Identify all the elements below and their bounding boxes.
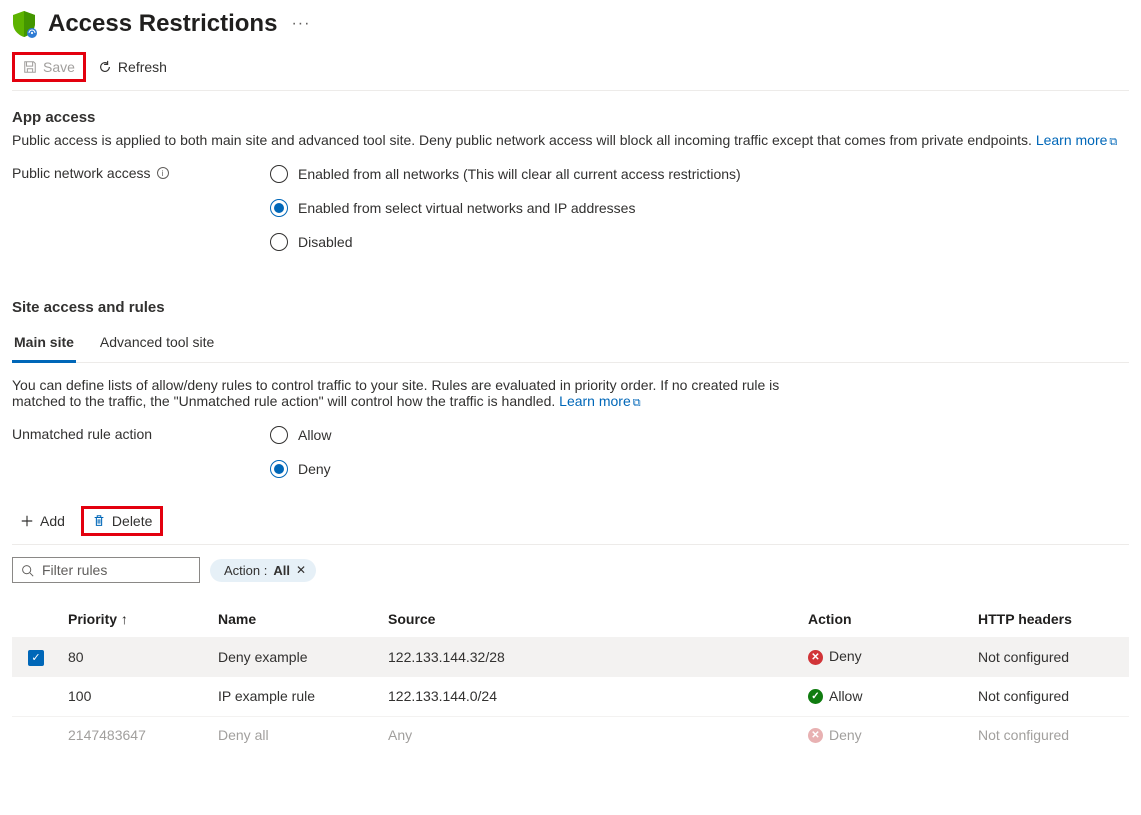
page-header: Access Restrictions ···: [12, 0, 1129, 44]
row-checkbox[interactable]: ✓: [28, 650, 44, 666]
col-action[interactable]: Action: [800, 601, 970, 638]
cell-http: Not configured: [970, 676, 1129, 716]
public-network-access-label: Public network access i: [12, 165, 270, 181]
external-link-icon: ⧉: [633, 397, 641, 409]
table-row[interactable]: 2147483647Deny allAny✕DenyNot configured: [12, 716, 1129, 753]
info-icon[interactable]: i: [157, 167, 169, 179]
radio-icon: [270, 426, 288, 444]
cell-action: ✕Deny: [800, 716, 970, 753]
command-bar: Save Refresh: [12, 44, 1129, 91]
cell-action: ✓Allow: [800, 676, 970, 716]
cell-source: 122.133.144.0/24: [380, 676, 800, 716]
cell-priority: 2147483647: [60, 716, 210, 753]
col-source[interactable]: Source: [380, 601, 800, 638]
cell-http: Not configured: [970, 716, 1129, 753]
radio-unmatched-allow[interactable]: Allow: [270, 426, 331, 444]
filter-pill-action[interactable]: Action : All ✕: [210, 559, 316, 582]
radio-disabled[interactable]: Disabled: [270, 233, 741, 251]
clear-filter-icon[interactable]: ✕: [296, 563, 306, 577]
site-rules-description: You can define lists of allow/deny rules…: [12, 377, 832, 410]
radio-enabled-all[interactable]: Enabled from all networks (This will cle…: [270, 165, 741, 183]
unmatched-rule-label: Unmatched rule action: [12, 426, 270, 442]
shield-icon: [12, 10, 38, 38]
cell-name: IP example rule: [210, 676, 380, 716]
radio-icon: [270, 165, 288, 183]
cell-source: 122.133.144.32/28: [380, 638, 800, 677]
cell-name: Deny all: [210, 716, 380, 753]
site-tabs: Main site Advanced tool site: [12, 326, 1129, 363]
rules-toolbar: Add Delete: [12, 506, 1129, 545]
app-access-description: Public access is applied to both main si…: [12, 132, 1129, 149]
deny-icon: ✕: [808, 650, 823, 665]
cell-priority: 80: [60, 638, 210, 677]
save-highlight: Save: [12, 52, 86, 82]
unmatched-rule-field: Unmatched rule action Allow Deny: [12, 426, 1129, 478]
refresh-button[interactable]: Refresh: [90, 55, 175, 79]
learn-more-link[interactable]: Learn more⧉: [1036, 132, 1117, 148]
delete-highlight: Delete: [81, 506, 163, 536]
more-icon[interactable]: ···: [291, 15, 310, 33]
page-title: Access Restrictions: [48, 10, 277, 38]
save-icon: [23, 60, 37, 74]
cell-http: Not configured: [970, 638, 1129, 677]
delete-button[interactable]: Delete: [84, 509, 160, 533]
col-priority[interactable]: Priority ↑: [60, 601, 210, 638]
filter-row: Filter rules Action : All ✕: [12, 557, 1129, 583]
search-icon: [21, 564, 34, 577]
external-link-icon: ⧉: [1109, 136, 1117, 148]
table-row[interactable]: ✓ 80Deny example122.133.144.32/28✕DenyNot…: [12, 638, 1129, 677]
public-network-radio-group: Enabled from all networks (This will cle…: [270, 165, 741, 251]
table-header-row: Priority ↑ Name Source Action HTTP heade…: [12, 601, 1129, 638]
col-http[interactable]: HTTP headers: [970, 601, 1129, 638]
filter-rules-input[interactable]: Filter rules: [12, 557, 200, 583]
rules-table: Priority ↑ Name Source Action HTTP heade…: [12, 601, 1129, 753]
deny-icon: ✕: [808, 728, 823, 743]
radio-icon: [270, 199, 288, 217]
learn-more-link[interactable]: Learn more⧉: [559, 393, 640, 409]
plus-icon: [20, 514, 34, 528]
cell-action: ✕Deny: [800, 638, 970, 677]
public-network-access-field: Public network access i Enabled from all…: [12, 165, 1129, 251]
tab-advanced-tool-site[interactable]: Advanced tool site: [98, 326, 216, 362]
refresh-icon: [98, 60, 112, 74]
unmatched-radio-group: Allow Deny: [270, 426, 331, 478]
radio-icon: [270, 460, 288, 478]
save-button[interactable]: Save: [15, 55, 83, 79]
cell-name: Deny example: [210, 638, 380, 677]
allow-icon: ✓: [808, 689, 823, 704]
col-name[interactable]: Name: [210, 601, 380, 638]
row-checkbox[interactable]: [28, 687, 44, 703]
add-button[interactable]: Add: [12, 509, 73, 533]
cell-source: Any: [380, 716, 800, 753]
trash-icon: [92, 514, 106, 528]
site-rules-heading: Site access and rules: [12, 299, 1129, 316]
table-row[interactable]: 100IP example rule122.133.144.0/24✓Allow…: [12, 676, 1129, 716]
radio-unmatched-deny[interactable]: Deny: [270, 460, 331, 478]
tab-main-site[interactable]: Main site: [12, 326, 76, 363]
app-access-heading: App access: [12, 109, 1129, 126]
cell-priority: 100: [60, 676, 210, 716]
radio-icon: [270, 233, 288, 251]
radio-enabled-select[interactable]: Enabled from select virtual networks and…: [270, 199, 741, 217]
